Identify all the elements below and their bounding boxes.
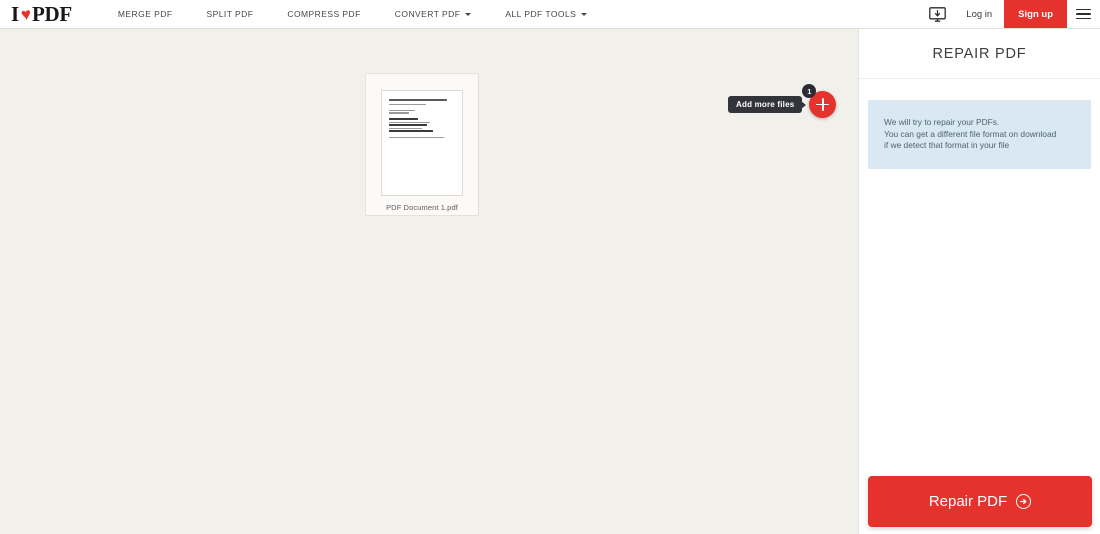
desktop-app-button[interactable] xyxy=(920,0,954,28)
nav-label: CONVERT PDF xyxy=(394,9,461,19)
nav-item-split-pdf[interactable]: SPLIT PDF xyxy=(189,0,270,28)
info-line-2: You can get a different file format on d… xyxy=(884,128,1057,139)
site-header: I ♥ PDF MERGE PDF SPLIT PDF COMPRESS PDF… xyxy=(0,0,1100,29)
signup-label: Sign up xyxy=(1018,8,1053,20)
nav-label: COMPRESS PDF xyxy=(287,9,361,19)
ilovepdf-logo[interactable]: I ♥ PDF xyxy=(0,0,86,28)
file-count-badge: 1 xyxy=(802,84,817,98)
login-button[interactable]: Log in xyxy=(954,0,1004,28)
add-more-files-button[interactable]: 1 xyxy=(802,84,837,118)
nav-label: ALL PDF TOOLS xyxy=(505,9,577,19)
login-label: Log in xyxy=(966,8,993,20)
chevron-down-icon xyxy=(465,12,472,16)
info-line-1: We will try to repair your PDFs. xyxy=(884,117,1000,127)
desktop-download-icon xyxy=(928,6,946,22)
nav-item-compress-pdf[interactable]: COMPRESS PDF xyxy=(270,0,377,28)
repair-pdf-label: Repair PDF xyxy=(928,493,1008,510)
info-message-box: We will try to repair your PDFs. You can… xyxy=(868,100,1091,169)
logo-letter-i: I xyxy=(11,1,19,26)
tooltip-label: Add more files xyxy=(736,100,795,109)
file-name-label: PDF Document 1.pdf xyxy=(386,203,458,212)
info-line-3: if we detect that format in your file xyxy=(884,140,1010,150)
hamburger-menu-icon[interactable] xyxy=(1067,0,1100,28)
logo-text-pdf: PDF xyxy=(31,1,72,26)
page-title: REPAIR PDF xyxy=(859,29,1100,79)
nav-item-all-pdf-tools[interactable]: ALL PDF TOOLS xyxy=(488,0,604,28)
header-actions: Log in Sign up xyxy=(920,0,1100,28)
pdf-page-preview xyxy=(381,90,463,196)
arrow-right-circle-icon xyxy=(1016,494,1032,509)
chevron-down-icon xyxy=(581,12,588,16)
signup-button[interactable]: Sign up xyxy=(1004,0,1067,28)
add-more-files-cluster: Add more files 1 xyxy=(728,84,837,118)
nav-label: MERGE PDF xyxy=(117,9,173,19)
file-workspace: PDF Document 1.pdf Add more files 1 xyxy=(0,29,858,534)
main-navigation: MERGE PDF SPLIT PDF COMPRESS PDF CONVERT… xyxy=(101,0,604,28)
repair-pdf-button[interactable]: Repair PDF xyxy=(868,476,1092,527)
file-card[interactable]: PDF Document 1.pdf xyxy=(365,73,479,216)
add-more-files-tooltip: Add more files xyxy=(728,96,803,113)
heart-icon: ♥ xyxy=(19,3,33,25)
nav-item-merge-pdf[interactable]: MERGE PDF xyxy=(101,0,190,28)
nav-item-convert-pdf[interactable]: CONVERT PDF xyxy=(378,0,489,28)
nav-label: SPLIT PDF xyxy=(206,9,254,19)
tool-sidebar: REPAIR PDF We will try to repair your PD… xyxy=(858,29,1100,534)
